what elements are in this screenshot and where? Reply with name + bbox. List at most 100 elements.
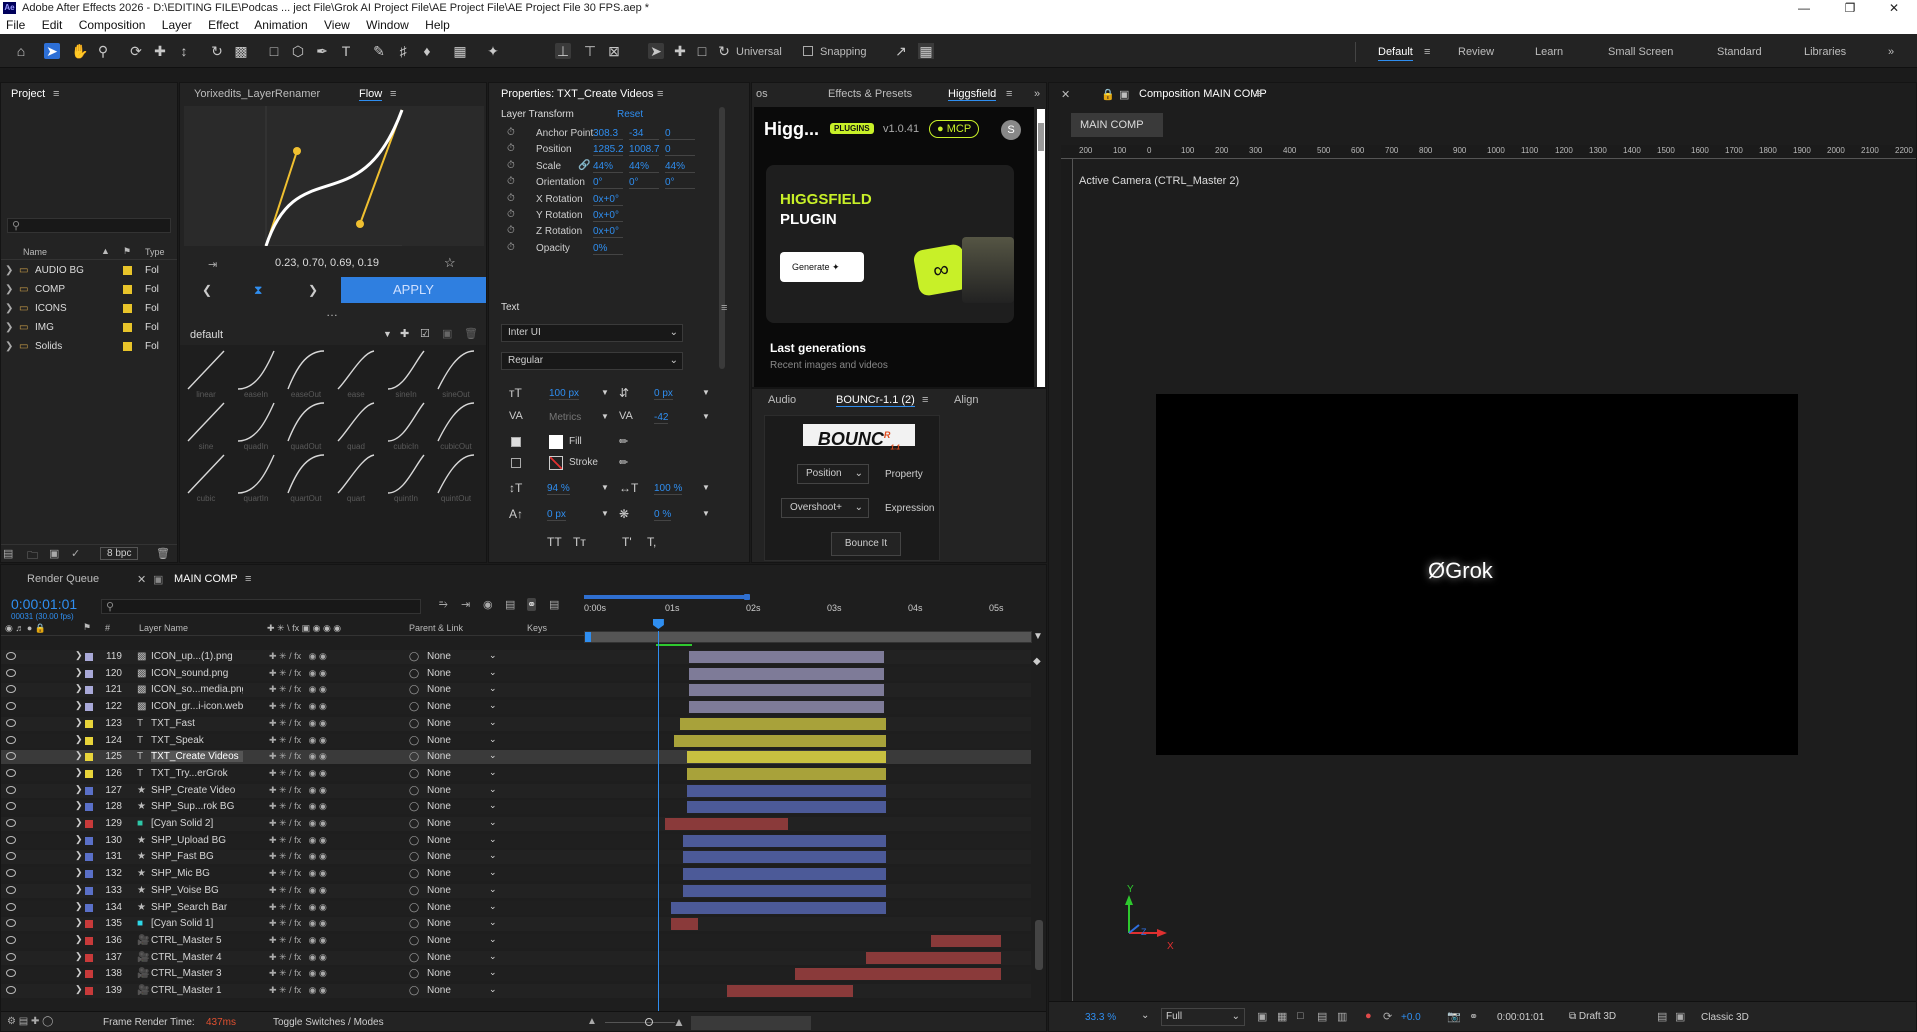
pick-whip-icon[interactable]: ◯	[409, 818, 419, 829]
pick-whip-icon[interactable]: ◯	[409, 768, 419, 779]
axis-local-icon[interactable]: ⊤	[582, 43, 598, 59]
exposure-value[interactable]: +0.0	[1401, 1012, 1421, 1023]
roto-brush-tool-icon[interactable]: ▦	[452, 43, 468, 59]
rectangle-tool-icon[interactable]: □	[266, 43, 282, 59]
expand-arrow-icon[interactable]: ❯	[75, 750, 83, 761]
pan-tool-icon[interactable]: ✚	[152, 43, 168, 59]
layer-switches-icons[interactable]: ✚ ✳ / fx ◉ ◉	[269, 684, 327, 695]
superscript-button[interactable]: T'	[622, 535, 632, 549]
layer-duration-bar[interactable]	[682, 868, 887, 881]
property-value[interactable]: 0°	[629, 177, 659, 190]
stroke-checkbox[interactable]	[511, 458, 521, 468]
chevron-down-icon[interactable]: ▼	[601, 509, 609, 518]
shape-3d-tool-icon[interactable]: ⬡	[290, 43, 306, 59]
label-color-swatch[interactable]	[123, 285, 132, 294]
layer-name[interactable]: SHP_Voise BG	[151, 885, 243, 896]
layer-label-color[interactable]	[85, 820, 93, 828]
layer-label-color[interactable]	[85, 669, 93, 678]
pick-whip-icon[interactable]: ◯	[409, 851, 419, 862]
composition-menu-icon[interactable]: ≡	[1255, 88, 1261, 100]
favorite-star-icon[interactable]: ☆	[444, 255, 456, 271]
expand-arrow-icon[interactable]: ❯	[75, 850, 83, 861]
new-folder-icon[interactable]: 🗀	[27, 547, 38, 562]
layer-switches-icons[interactable]: ✚ ✳ / fx ◉ ◉	[269, 935, 327, 946]
layer-duration-bar[interactable]	[687, 751, 887, 764]
label-color-swatch[interactable]	[123, 266, 132, 275]
tab-project[interactable]: Project	[11, 88, 45, 100]
timeline-zoom-handle[interactable]	[645, 1018, 653, 1026]
color-management-icon[interactable]: ⟳	[1383, 1010, 1392, 1023]
chevron-down-icon[interactable]: ⌄	[489, 917, 497, 928]
delete-preset-icon[interactable]: 🗑	[464, 327, 478, 340]
chevron-down-icon[interactable]: ⌄	[489, 784, 497, 795]
axis-world-icon[interactable]: ⊥	[555, 43, 571, 59]
layer-name[interactable]: SHP_Fast BG	[151, 851, 243, 862]
tab-layer-renamer[interactable]: Yorixedits_LayerRenamer	[194, 88, 320, 100]
column-type[interactable]: Type	[145, 247, 165, 257]
layer-name[interactable]: CTRL_Master 1	[151, 985, 243, 996]
properties-menu-icon[interactable]: ≡	[657, 88, 663, 100]
menu-composition[interactable]: Composition	[79, 18, 146, 32]
property-value[interactable]: 0%	[593, 243, 623, 255]
shy-icon[interactable]: ⥱	[439, 598, 448, 611]
timeline-layer-row[interactable]: ❯ 128 ★ SHP_Sup...rok BG ✚ ✳ / fx ◉ ◉ ◯ None ⌄	[1, 800, 1046, 815]
axis-view-icon[interactable]: ⊠	[606, 43, 622, 59]
workspace-libraries[interactable]: Libraries	[1804, 46, 1846, 58]
layer-switches-icons[interactable]: ✚ ✳ / fx ◉ ◉	[269, 768, 327, 779]
easing-preset-quadIn[interactable]: quadIn	[236, 401, 276, 451]
parent-select[interactable]: None	[427, 701, 451, 712]
layer-label-color[interactable]	[85, 870, 93, 879]
fill-checkbox[interactable]	[511, 437, 521, 447]
layer-switches-icons[interactable]: ✚ ✳ / fx ◉ ◉	[269, 868, 327, 879]
layer-switches-icons[interactable]: ✚ ✳ / fx ◉ ◉	[269, 751, 327, 762]
playhead[interactable]	[652, 619, 664, 1011]
zoom-bar-start-handle[interactable]	[585, 632, 591, 642]
parent-select[interactable]: None	[427, 818, 451, 829]
graph-editor-icon[interactable]: ⚭	[527, 598, 537, 611]
chevron-down-icon[interactable]: ⌄	[489, 767, 497, 778]
layer-switches-icons[interactable]: ✚ ✳ / fx ◉ ◉	[269, 885, 327, 896]
avatar[interactable]: S	[1001, 120, 1021, 140]
fill-swatch[interactable]	[549, 435, 563, 449]
expand-arrow-icon[interactable]: ❯	[75, 951, 83, 962]
maximize-icon[interactable]: ❐	[1830, 0, 1870, 16]
visibility-eye-icon[interactable]	[6, 869, 16, 878]
transparency-grid-icon[interactable]: ▦	[1277, 1010, 1287, 1023]
timeline-layer-row[interactable]: ❯ 122 ▩ ICON_gr...i-icon.webp ✚ ✳ / fx ◉ ◉ ◯ N…	[1, 700, 1046, 715]
easing-preset-quartIn[interactable]: quartIn	[236, 453, 276, 503]
visibility-eye-icon[interactable]	[6, 969, 16, 978]
easing-preset-sine[interactable]: sine	[186, 401, 226, 451]
timeline-menu-icon[interactable]: ≡	[245, 573, 251, 585]
font-family-select[interactable]: Inter UI ⌄	[501, 324, 683, 342]
expand-arrow-icon[interactable]: ❯	[5, 265, 13, 276]
visibility-eye-icon[interactable]	[6, 768, 16, 777]
bouncr-menu-icon[interactable]: ≡	[922, 394, 928, 406]
comp-breadcrumb-button[interactable]: MAIN COMP	[1071, 113, 1163, 137]
layer-label-color[interactable]	[85, 753, 93, 762]
show-snapshot-icon[interactable]: ⚭	[1469, 1010, 1478, 1023]
menu-window[interactable]: Window	[366, 18, 409, 32]
previous-icon[interactable]: ❮	[202, 283, 212, 297]
higgsfield-scrollbar[interactable]	[1037, 109, 1045, 387]
properties-scrollbar[interactable]	[719, 107, 725, 369]
timeline-layer-row[interactable]: ❯ 133 ★ SHP_Voise BG ✚ ✳ / fx ◉ ◉ ◯ None ⌄	[1, 883, 1046, 898]
tab-properties[interactable]: Properties: TXT_Create Videos	[501, 88, 653, 100]
grid-icon[interactable]: ▥	[1337, 1010, 1347, 1023]
layer-label-color[interactable]	[85, 920, 93, 929]
next-icon[interactable]: ❯	[308, 283, 318, 297]
extended-viewer-icon[interactable]: ▣	[1675, 1010, 1685, 1023]
link-icon[interactable]: 🔗	[578, 160, 590, 171]
visibility-eye-icon[interactable]	[6, 952, 16, 961]
expand-arrow-icon[interactable]: ❯	[75, 934, 83, 945]
timeline-layer-row[interactable]: ❯ 125 T TXT_Create Videos ✚ ✳ / fx ◉ ◉ ◯ None ⌄	[1, 750, 1046, 765]
move-gizmo-icon[interactable]: ✚	[672, 43, 688, 59]
expand-arrow-icon[interactable]: ❯	[75, 867, 83, 878]
layer-label-color[interactable]	[85, 836, 93, 845]
easing-preset-cubicIn[interactable]: cubicIn	[386, 401, 426, 451]
layer-label-color[interactable]	[85, 803, 93, 812]
visibility-eye-icon[interactable]	[6, 735, 16, 744]
puppet-tool-icon[interactable]: ✦	[485, 43, 501, 59]
expand-arrow-icon[interactable]: ❯	[5, 341, 13, 352]
pick-whip-icon[interactable]: ◯	[409, 718, 419, 729]
region-of-interest-icon[interactable]: ▣	[1257, 1010, 1267, 1023]
